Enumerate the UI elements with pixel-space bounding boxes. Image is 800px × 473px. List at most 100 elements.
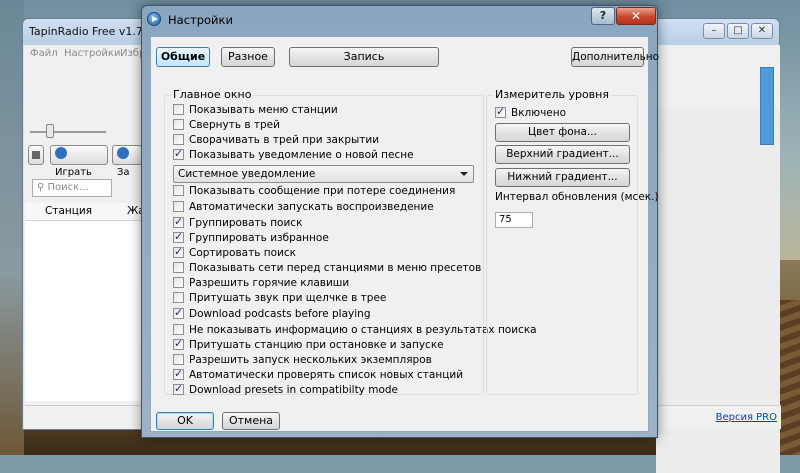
checkbox[interactable] — [173, 367, 184, 380]
settings-dialog: Настройки ? ✕ Общие Разное Запись Дополн… — [141, 5, 659, 438]
level-meter-group-title: Измеритель уровня — [493, 88, 611, 101]
option-label: Сортировать поиск — [189, 247, 296, 259]
checkbox[interactable] — [173, 354, 184, 365]
option-label: Показывать уведомление о новой песне — [189, 149, 414, 161]
search-input[interactable]: ⚲ Поиск... — [32, 179, 112, 197]
option-label: Включено — [511, 107, 567, 119]
option-multiple-instances[interactable]: Разрешить запуск нескольких экземпляров — [173, 354, 432, 368]
menu-settings[interactable]: Настройки — [64, 48, 120, 59]
notification-type-value: Системное уведомление — [178, 168, 316, 180]
top-gradient-button[interactable]: Верхний градиент... — [495, 145, 630, 164]
option-label: Показывать сети перед станциями в меню п… — [189, 262, 482, 274]
option-label: Притушать станцию при остановке и запуск… — [189, 339, 444, 351]
minimize-button[interactable]: – — [703, 23, 725, 39]
dialog-close-button[interactable]: ✕ — [616, 7, 656, 25]
tab-misc[interactable]: Разное — [221, 47, 275, 67]
checkbox[interactable] — [173, 147, 184, 160]
checkbox[interactable] — [173, 262, 184, 273]
app-close-button[interactable]: ✕ — [751, 23, 773, 39]
checkbox[interactable] — [173, 337, 184, 350]
option-label: Download podcasts before playing — [189, 308, 371, 320]
checkbox[interactable] — [173, 104, 184, 115]
option-label: Группировать избранное — [189, 232, 329, 244]
option-label: Притушать звук при щелчке в трее — [189, 292, 387, 304]
background-color-button[interactable]: Цвет фона... — [495, 123, 630, 142]
help-button[interactable]: ? — [591, 7, 615, 25]
checkbox[interactable] — [173, 185, 184, 196]
volume-thumb[interactable] — [46, 124, 54, 138]
checkbox[interactable] — [173, 134, 184, 145]
option-fade-station[interactable]: Притушать станцию при остановке и запуск… — [173, 337, 444, 353]
option-check-new-stations[interactable]: Автоматически проверять список новых ста… — [173, 367, 463, 383]
speaker-icon — [32, 151, 40, 159]
record-label: За — [117, 167, 130, 178]
update-interval-label: Интервал обновления (мсек.) — [495, 191, 659, 203]
option-new-song-notification[interactable]: Показывать уведомление о новой песне — [173, 147, 414, 163]
option-minimize-to-tray[interactable]: Свернуть в трей — [173, 119, 280, 133]
station-table-header: Станция Жа — [25, 203, 145, 221]
cancel-button[interactable]: Отмена — [222, 412, 280, 430]
play-label: Играть — [55, 167, 92, 178]
checkbox[interactable] — [173, 306, 184, 319]
level-meter-enabled[interactable]: Включено — [495, 105, 567, 121]
checkbox[interactable] — [173, 119, 184, 130]
option-label: Разрешить горячие клавиши — [189, 277, 350, 289]
dialog-titlebar[interactable]: Настройки ? ✕ — [142, 6, 657, 34]
checkbox[interactable] — [173, 277, 184, 288]
column-station[interactable]: Станция — [45, 205, 92, 217]
option-label: Сворачивать в трей при закрытии — [189, 134, 380, 146]
checkbox[interactable] — [173, 292, 184, 303]
option-label: Показывать меню станции — [189, 104, 338, 116]
checkbox[interactable] — [173, 215, 184, 228]
search-icon: ⚲ — [37, 182, 48, 193]
play-icon — [55, 147, 67, 159]
option-label: Показывать сообщение при потере соединен… — [189, 185, 456, 197]
level-meter-bar — [760, 67, 774, 145]
option-hotkeys[interactable]: Разрешить горячие клавиши — [173, 277, 349, 291]
tapinradio-icon — [147, 12, 161, 26]
checkbox[interactable] — [173, 201, 184, 212]
option-sort-search[interactable]: Сортировать поиск — [173, 245, 296, 261]
dialog-title: Настройки — [168, 13, 233, 27]
option-networks-before-stations[interactable]: Показывать сети перед станциями в меню п… — [173, 262, 481, 276]
option-label: Разрешить запуск нескольких экземпляров — [189, 354, 432, 366]
record-button[interactable]: За — [112, 145, 142, 178]
maximize-button[interactable]: □ — [727, 23, 749, 39]
play-button[interactable]: Играть — [50, 145, 108, 178]
station-list[interactable] — [25, 221, 145, 401]
checkbox[interactable] — [173, 230, 184, 243]
checkbox[interactable] — [173, 382, 184, 395]
option-label: Группировать поиск — [189, 217, 303, 229]
option-tray-on-close[interactable]: Сворачивать в трей при закрытии — [173, 134, 379, 148]
option-hide-station-info[interactable]: Не показывать информацию о станциях в ре… — [173, 324, 537, 338]
search-placeholder: Поиск... — [47, 182, 89, 193]
option-label: Свернуть в трей — [189, 119, 280, 131]
ok-button[interactable]: OK — [156, 412, 214, 430]
record-icon — [117, 147, 129, 159]
speaker-button[interactable] — [28, 145, 44, 165]
pro-version-link[interactable]: Версия PRO — [716, 412, 777, 423]
option-autoplay[interactable]: Автоматически запускать воспроизведение — [173, 201, 434, 215]
option-group-search[interactable]: Группировать поиск — [173, 215, 303, 231]
option-label: Не показывать информацию о станциях в ре… — [189, 324, 537, 336]
tab-general[interactable]: Общие — [156, 47, 210, 67]
level-meter-group: Измеритель уровня Включено Цвет фона... … — [486, 88, 659, 395]
checkbox[interactable] — [173, 245, 184, 258]
chevron-down-icon — [460, 172, 468, 176]
volume-track[interactable] — [30, 131, 106, 133]
bottom-gradient-button[interactable]: Нижний градиент... — [495, 168, 630, 187]
option-connection-lost-message[interactable]: Показывать сообщение при потере соединен… — [173, 185, 455, 199]
menu-file[interactable]: Файл — [30, 48, 58, 59]
notification-type-select[interactable]: Системное уведомление — [173, 165, 474, 183]
checkbox[interactable] — [495, 105, 506, 118]
checkbox[interactable] — [173, 324, 184, 335]
desktop-edge — [0, 0, 24, 455]
option-show-station-menu[interactable]: Показывать меню станции — [173, 104, 338, 118]
option-mute-on-tray-click[interactable]: Притушать звук при щелчке в трее — [173, 292, 386, 306]
option-download-podcasts[interactable]: Download podcasts before playing — [173, 306, 371, 322]
option-group-favorites[interactable]: Группировать избранное — [173, 230, 329, 246]
tab-recording[interactable]: Запись — [289, 47, 439, 67]
update-interval-input[interactable]: 75 — [495, 212, 533, 228]
option-presets-compat-mode[interactable]: Download presets in compatibilty mode — [173, 382, 398, 398]
tab-advanced[interactable]: Дополнительно — [571, 47, 659, 67]
